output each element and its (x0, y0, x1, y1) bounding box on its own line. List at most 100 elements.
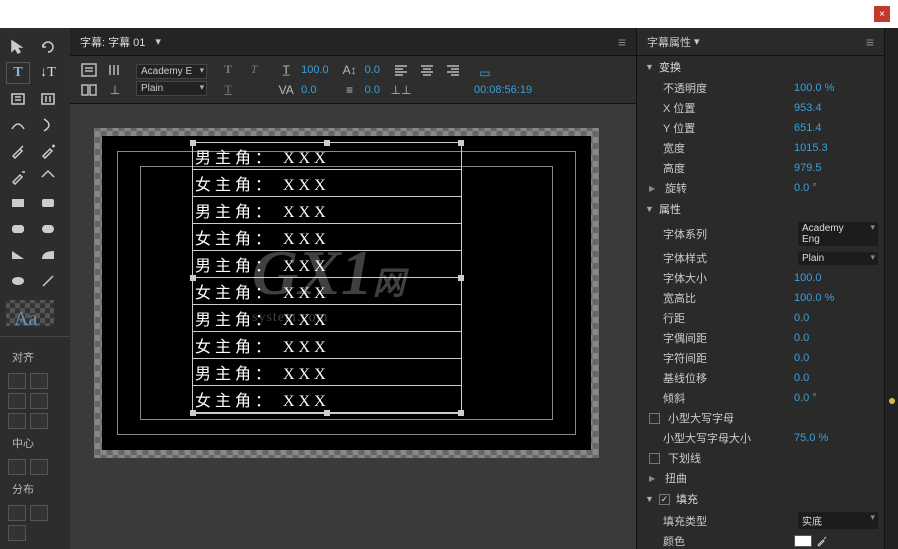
wedge-tool[interactable] (6, 244, 30, 266)
vertical-area-type-tool[interactable] (36, 88, 60, 110)
distribute-1[interactable] (8, 505, 26, 521)
credit-line[interactable]: 女主角： XXX (193, 170, 461, 197)
eyedropper-icon[interactable] (816, 535, 828, 547)
type-tool[interactable]: T (6, 62, 30, 84)
tab-stops-icon[interactable]: ⊥ (104, 81, 126, 99)
rotate-tool[interactable] (36, 36, 60, 58)
xpos-value[interactable]: 953.4 (794, 102, 878, 114)
credit-line[interactable]: 男主角： XXX (193, 359, 461, 386)
slant-value[interactable]: 0.0 ° (794, 392, 878, 404)
rounded-rect-tool[interactable] (36, 192, 60, 214)
credit-line[interactable]: 男主角： XXX (193, 305, 461, 332)
kerning-prop-value[interactable]: 0.0 (794, 332, 878, 344)
rotation-value[interactable]: 0.0 ° (794, 182, 878, 194)
bold-icon[interactable]: T (217, 61, 239, 79)
credit-line[interactable]: 男主角： XXX (193, 143, 461, 170)
transform-section[interactable]: ▼变换 (637, 56, 884, 78)
tracking-prop-value[interactable]: 0.0 (794, 352, 878, 364)
selection-handle[interactable] (190, 275, 196, 281)
line-tool[interactable] (36, 270, 60, 292)
center-v[interactable] (30, 459, 48, 475)
center-h[interactable] (8, 459, 26, 475)
tab-settings-icon[interactable]: ⊥⊥ (390, 81, 412, 99)
clipped-rect-tool[interactable] (6, 218, 30, 240)
distort-label[interactable]: 扭曲 (665, 470, 878, 486)
fill-color-chip[interactable] (794, 535, 812, 547)
fill-enable-checkbox[interactable] (659, 494, 670, 505)
canvas-area[interactable]: 男主角： XXX 女主角： XXX 男主角： XXX 女主角： XXX 男主角：… (70, 104, 636, 549)
font-style-dropdown[interactable]: Plain (136, 81, 207, 96)
width-value[interactable]: 1015.3 (794, 142, 878, 154)
credits-text-block[interactable]: 男主角： XXX 女主角： XXX 男主角： XXX 女主角： XXX 男主角：… (192, 142, 462, 414)
opacity-value[interactable]: 100.0 % (794, 82, 878, 94)
align-vcenter[interactable] (8, 413, 26, 429)
vertical-path-type-tool[interactable] (36, 114, 60, 136)
selection-handle[interactable] (190, 140, 196, 146)
font-style-select[interactable]: Plain (798, 252, 878, 265)
align-left[interactable] (8, 373, 26, 389)
selection-handle[interactable] (190, 410, 196, 416)
title-type-icon[interactable] (78, 61, 100, 79)
templates-icon[interactable] (78, 81, 100, 99)
ypos-value[interactable]: 651.4 (794, 122, 878, 134)
ellipse-tool[interactable] (6, 270, 30, 292)
height-value[interactable]: 979.5 (794, 162, 878, 174)
pen-tool[interactable] (6, 140, 30, 162)
selection-tool[interactable] (6, 36, 30, 58)
distribute-3[interactable] (8, 525, 26, 541)
panel-menu-icon[interactable]: ≡ (866, 34, 874, 50)
selection-handle[interactable] (324, 140, 330, 146)
properties-section[interactable]: ▼属性 (637, 198, 884, 220)
align-left-icon[interactable] (390, 61, 412, 79)
credit-line[interactable]: 女主角： XXX (193, 386, 461, 413)
credit-line[interactable]: 男主角： XXX (193, 197, 461, 224)
align-right-icon[interactable] (442, 61, 464, 79)
title-tab[interactable]: 字幕: 字幕 01 (80, 34, 145, 50)
kerning-value[interactable]: 0.0 (301, 84, 316, 96)
underline-checkbox[interactable] (649, 453, 660, 464)
fill-section[interactable]: ▼填充 (637, 488, 884, 510)
selection-handle[interactable] (458, 410, 464, 416)
align-hcenter[interactable] (30, 373, 48, 389)
properties-panel-tab[interactable]: 字幕属性 ▾ ≡ (637, 28, 884, 56)
title-canvas[interactable]: 男主角： XXX 女主角： XXX 男主角： XXX 女主角： XXX 男主角：… (94, 128, 599, 458)
convert-anchor-tool[interactable] (36, 166, 60, 188)
distribute-2[interactable] (30, 505, 48, 521)
selection-handle[interactable] (458, 140, 464, 146)
selection-handle[interactable] (458, 275, 464, 281)
fill-type-select[interactable]: 实底 (798, 512, 878, 529)
timecode[interactable]: 00:08:56:19 (474, 84, 532, 96)
arc-tool[interactable] (36, 244, 60, 266)
italic-icon[interactable]: T (243, 61, 265, 79)
smallcaps-checkbox[interactable] (649, 413, 660, 424)
font-size-value[interactable]: 100.0 (301, 64, 329, 76)
underline-icon[interactable]: T (217, 81, 239, 99)
align-bottom[interactable] (30, 413, 48, 429)
rectangle-tool[interactable] (6, 192, 30, 214)
round-rect-tool-2[interactable] (36, 218, 60, 240)
font-family-dropdown[interactable]: Academy E (136, 64, 207, 79)
add-anchor-tool[interactable] (36, 140, 60, 162)
title-style-swatch[interactable]: Aa (6, 300, 54, 326)
selection-handle[interactable] (324, 410, 330, 416)
path-type-tool[interactable] (6, 114, 30, 136)
show-video-icon[interactable]: ▭ (474, 64, 496, 82)
aspect-value[interactable]: 100.0 % (794, 292, 878, 304)
area-type-tool[interactable] (6, 88, 30, 110)
leading-value[interactable]: 0.0 (365, 64, 380, 76)
credit-line[interactable]: 男主角： XXX (193, 251, 461, 278)
smallcaps-size-value[interactable]: 75.0 % (794, 432, 878, 444)
font-size-prop-value[interactable]: 100.0 (794, 272, 878, 284)
align-top[interactable] (30, 393, 48, 409)
panel-menu-icon[interactable]: ≡ (618, 34, 626, 50)
credit-line[interactable]: 女主角： XXX (193, 278, 461, 305)
delete-anchor-tool[interactable] (6, 166, 30, 188)
vertical-type-tool[interactable]: ↓T (36, 62, 60, 84)
align-right[interactable] (8, 393, 26, 409)
leading-prop-value[interactable]: 0.0 (794, 312, 878, 324)
roll-crawl-icon[interactable] (104, 61, 126, 79)
align-center-icon[interactable] (416, 61, 438, 79)
baseline-value[interactable]: 0.0 (794, 372, 878, 384)
credit-line[interactable]: 女主角： XXX (193, 332, 461, 359)
tracking-value[interactable]: 0.0 (365, 84, 380, 96)
